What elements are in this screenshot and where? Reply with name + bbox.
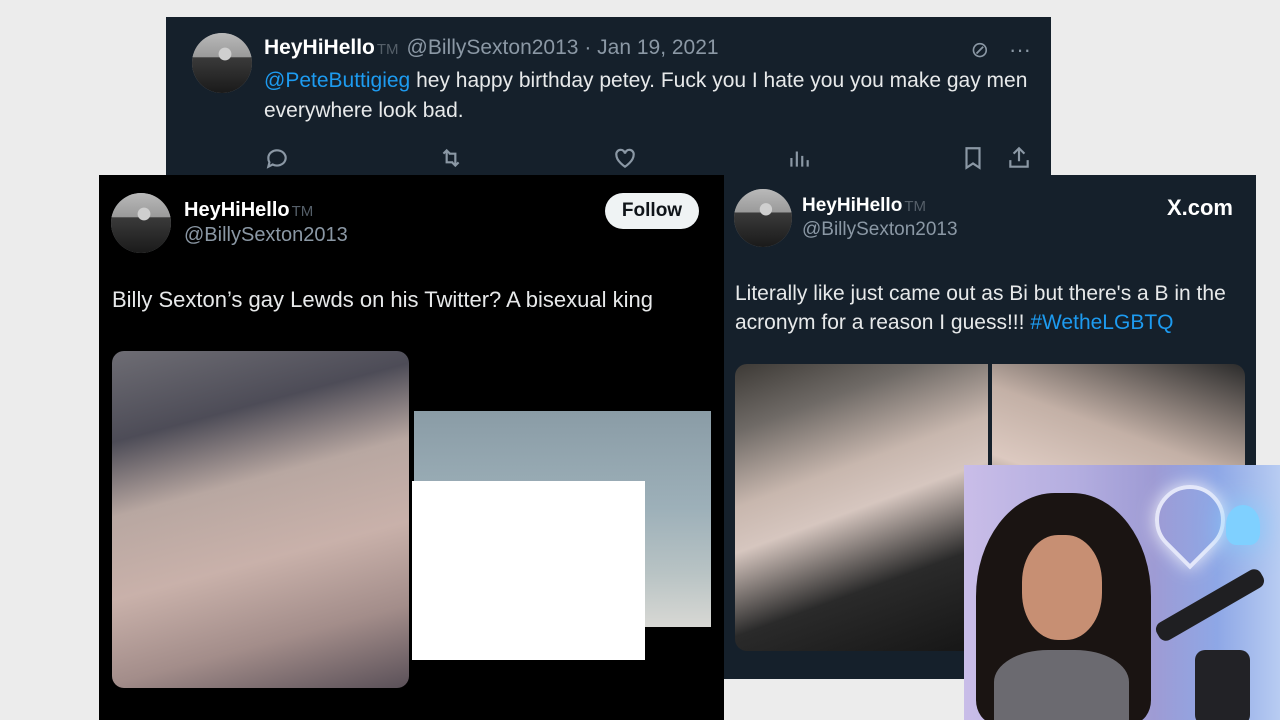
tm-mark: TM	[291, 203, 314, 220]
tweet-card-top: HeyHiHello TM @BillySexton2013 · Jan 19, 2…	[166, 17, 1051, 175]
tweet-photo-1[interactable]	[112, 351, 409, 688]
avatar[interactable]	[734, 189, 792, 247]
tweet-date[interactable]: Jan 19, 2021	[597, 36, 718, 59]
tweet-text: Literally like just came out as Bi but t…	[735, 279, 1250, 337]
tweet-actions	[264, 145, 1034, 171]
lamp-decor	[1226, 505, 1260, 545]
hashtag-link[interactable]: #WetheLGBTQ	[1030, 311, 1173, 334]
bookmark-icon[interactable]	[960, 145, 986, 171]
share-icon[interactable]	[1006, 145, 1032, 171]
tweet-card-left: HeyHiHello TM @BillySexton2013 Follow Bil…	[99, 175, 724, 720]
source-logo: X.com	[1166, 195, 1233, 220]
presenter-face	[1022, 535, 1102, 640]
neon-heart-decor	[1140, 470, 1240, 570]
avatar[interactable]	[111, 193, 171, 253]
tm-mark: TM	[904, 198, 926, 215]
microphone	[1195, 650, 1250, 720]
like-icon[interactable]	[612, 145, 638, 171]
tweet-top-icons: ⊘ ···	[971, 37, 1031, 63]
tweet-photo-1[interactable]	[735, 364, 988, 651]
follow-button[interactable]: Follow	[605, 193, 699, 229]
webcam-overlay	[964, 465, 1280, 720]
handle[interactable]: @BillySexton2013	[802, 219, 958, 241]
handle[interactable]: @BillySexton2013	[184, 224, 348, 247]
views-icon[interactable]	[786, 145, 812, 171]
presenter-body	[994, 650, 1129, 720]
video-frame: HeyHiHello TM @BillySexton2013 · Jan 19, 2…	[0, 0, 1280, 720]
grok-slash-icon[interactable]: ⊘	[971, 37, 989, 63]
reply-icon[interactable]	[264, 145, 290, 171]
separator: ·	[584, 36, 592, 59]
tweet-text: Billy Sexton’s gay Lewds on his Twitter?…	[112, 287, 653, 312]
censor-box	[412, 481, 645, 660]
tm-mark: TM	[376, 41, 399, 58]
tweet-header: HeyHiHello TM @BillySexton2013 · Jan 19, 2…	[264, 36, 719, 60]
display-name[interactable]: HeyHiHello	[184, 199, 290, 221]
mention-link[interactable]: @PeteButtigieg	[264, 69, 410, 92]
handle[interactable]: @BillySexton2013	[407, 36, 579, 59]
retweet-icon[interactable]	[438, 145, 464, 171]
more-icon[interactable]: ···	[1009, 37, 1031, 63]
tweet-text: @PeteButtigieg hey happy birthday petey.…	[264, 66, 1039, 126]
display-name[interactable]: HeyHiHello	[264, 36, 375, 59]
mic-arm	[1153, 566, 1267, 644]
display-name[interactable]: HeyHiHello	[802, 195, 902, 216]
avatar[interactable]	[192, 33, 252, 93]
name-line: HeyHiHello TM	[184, 199, 313, 222]
name-line: HeyHiHello TM	[802, 195, 926, 217]
